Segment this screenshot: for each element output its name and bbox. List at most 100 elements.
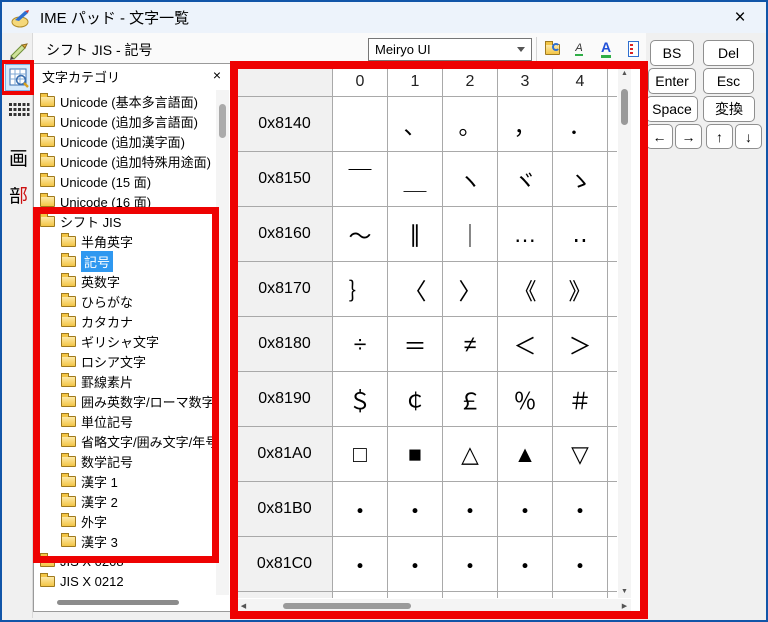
tree-horizontal-scrollbar[interactable] <box>35 597 215 609</box>
stroke-count-icon[interactable]: 画 <box>5 146 32 173</box>
tree-item[interactable]: 漢字 3 <box>35 531 215 551</box>
tree-item[interactable]: 囲み英数字/ローマ数字 <box>35 391 215 411</box>
grid-char-cell[interactable]: ￠ <box>388 372 443 427</box>
grid-char-cell[interactable]: ｝ <box>333 262 388 317</box>
bs-button[interactable]: BS <box>650 40 694 66</box>
tree-close-button[interactable]: × <box>208 66 226 84</box>
grid-char-cell[interactable]: ・ <box>553 482 608 537</box>
grid-char-cell[interactable]: ＄ <box>333 372 388 427</box>
grid-char-cell[interactable]: ・ <box>333 482 388 537</box>
arrow-right-button[interactable]: → <box>675 124 702 149</box>
handwriting-icon[interactable] <box>5 37 32 64</box>
font-style-icon[interactable]: A <box>597 40 615 58</box>
tree-item[interactable]: ギリシャ文字 <box>35 331 215 351</box>
grid-char-cell[interactable]: ＝ <box>388 317 443 372</box>
grid-char-cell[interactable]: ■ <box>388 427 443 482</box>
grid-char-cell[interactable]: ▲ <box>498 427 553 482</box>
grid-char-cell[interactable]: △ <box>443 427 498 482</box>
esc-button[interactable]: Esc <box>703 68 754 94</box>
tree-item[interactable]: 省略文字/囲み文字/年号 <box>35 431 215 451</box>
grid-char-cell[interactable]: ▽ <box>553 427 608 482</box>
tree-item[interactable]: JIS X 0212 <box>35 571 215 591</box>
tree-vertical-scrollbar[interactable] <box>216 90 229 595</box>
grid-horizontal-scrollbar-thumb[interactable] <box>283 603 411 609</box>
char-detail-icon[interactable] <box>624 40 642 58</box>
window-close-button[interactable]: × <box>722 4 758 31</box>
grid-char-cell[interactable]: … <box>498 207 553 262</box>
tree-item[interactable]: 半角英字 <box>35 231 215 251</box>
grid-char-cell[interactable]: ＞ <box>553 317 608 372</box>
grid-char-cell[interactable]: ￣ <box>333 152 388 207</box>
grid-char-cell[interactable]: ∥ <box>388 207 443 262</box>
grid-horizontal-scrollbar[interactable]: ◀ ▶ <box>237 599 631 613</box>
grid-char-cell[interactable]: ・ <box>443 482 498 537</box>
tree-item[interactable]: Unicode (基本多言語面) <box>35 91 215 111</box>
soft-keyboard-icon[interactable] <box>5 97 32 124</box>
del-button[interactable]: Del <box>703 40 754 66</box>
grid-char-cell[interactable]: □ <box>333 427 388 482</box>
grid-char-cell[interactable]: ・ <box>443 537 498 592</box>
tree-item[interactable]: Unicode (16 面) <box>35 191 215 211</box>
grid-char-cell[interactable]: 》 <box>553 262 608 317</box>
grid-char-cell[interactable]: ・ <box>388 482 443 537</box>
scroll-right-icon[interactable]: ▶ <box>618 599 631 613</box>
tree-horizontal-scrollbar-thumb[interactable] <box>57 600 179 605</box>
grid-char-cell[interactable]: ・ <box>333 537 388 592</box>
grid-char-cell[interactable]: 〈 <box>388 262 443 317</box>
tree-item[interactable]: Unicode (15 面) <box>35 171 215 191</box>
grid-char-cell[interactable]: ゝ <box>553 152 608 207</box>
grid-char-cell[interactable] <box>333 97 388 152</box>
grid-char-cell[interactable]: ・ <box>388 537 443 592</box>
tree-item[interactable]: Unicode (追加多言語面) <box>35 111 215 131</box>
tree-item[interactable]: 記号 <box>35 250 215 272</box>
arrow-left-button[interactable]: ← <box>646 124 673 149</box>
arrow-up-button[interactable]: ↑ <box>706 124 733 149</box>
tree-item[interactable]: 外字 <box>35 511 215 531</box>
space-button[interactable]: Space <box>646 96 698 122</box>
grid-char-cell[interactable]: ＜ <box>498 317 553 372</box>
tree-item[interactable]: 英数字 <box>35 271 215 291</box>
grid-char-cell[interactable]: ・ <box>498 482 553 537</box>
tree-item[interactable]: 数学記号 <box>35 451 215 471</box>
grid-char-cell[interactable]: ヾ <box>498 152 553 207</box>
scroll-down-icon[interactable]: ▼ <box>618 585 631 598</box>
grid-char-cell[interactable]: 、 <box>388 97 443 152</box>
grid-char-cell[interactable]: ‥ <box>553 207 608 262</box>
grid-char-cell[interactable]: ≠ <box>443 317 498 372</box>
grid-vertical-scrollbar[interactable]: ▲ ▼ <box>618 67 631 598</box>
grid-char-cell[interactable]: ・ <box>553 537 608 592</box>
half-width-char-icon[interactable]: A <box>570 40 588 58</box>
grid-vertical-scrollbar-thumb[interactable] <box>621 89 628 125</box>
tree-item[interactable]: カタカナ <box>35 311 215 331</box>
arrow-down-button[interactable]: ↓ <box>735 124 762 149</box>
tree-item[interactable]: 単位記号 <box>35 411 215 431</box>
grid-char-cell[interactable]: 〜 <box>333 207 388 262</box>
grid-char-cell[interactable]: ． <box>553 97 608 152</box>
grid-char-cell[interactable]: ￡ <box>443 372 498 427</box>
grid-char-cell[interactable]: ＿ <box>388 152 443 207</box>
radical-icon[interactable]: 部 <box>5 183 32 210</box>
tree-item[interactable]: ひらがな <box>35 291 215 311</box>
tree-item[interactable]: Unicode (追加特殊用途面) <box>35 151 215 171</box>
tree-item[interactable]: 漢字 2 <box>35 491 215 511</box>
category-folder-icon[interactable] <box>543 40 561 58</box>
scroll-left-icon[interactable]: ◀ <box>237 599 250 613</box>
tree-item[interactable]: 罫線素片 <box>35 371 215 391</box>
grid-char-cell[interactable]: ÷ <box>333 317 388 372</box>
font-select[interactable]: Meiryo UI <box>368 38 532 61</box>
grid-char-cell[interactable]: 《 <box>498 262 553 317</box>
grid-char-cell[interactable]: 。 <box>443 97 498 152</box>
grid-char-cell[interactable]: ヽ <box>443 152 498 207</box>
enter-button[interactable]: Enter <box>648 68 696 94</box>
grid-char-cell[interactable]: 〉 <box>443 262 498 317</box>
tree-item[interactable]: JIS X 0208 <box>35 551 215 571</box>
scroll-up-icon[interactable]: ▲ <box>618 67 631 80</box>
tree-item[interactable]: 漢字 1 <box>35 471 215 491</box>
tree-vertical-scrollbar-thumb[interactable] <box>219 104 226 138</box>
henkan-button[interactable]: 変換 <box>703 96 755 122</box>
grid-char-cell[interactable]: ・ <box>498 537 553 592</box>
grid-char-cell[interactable]: ， <box>498 97 553 152</box>
tree-item[interactable]: ロシア文字 <box>35 351 215 371</box>
character-list-icon[interactable] <box>5 64 32 91</box>
tree-item[interactable]: シフト JIS <box>35 211 215 231</box>
